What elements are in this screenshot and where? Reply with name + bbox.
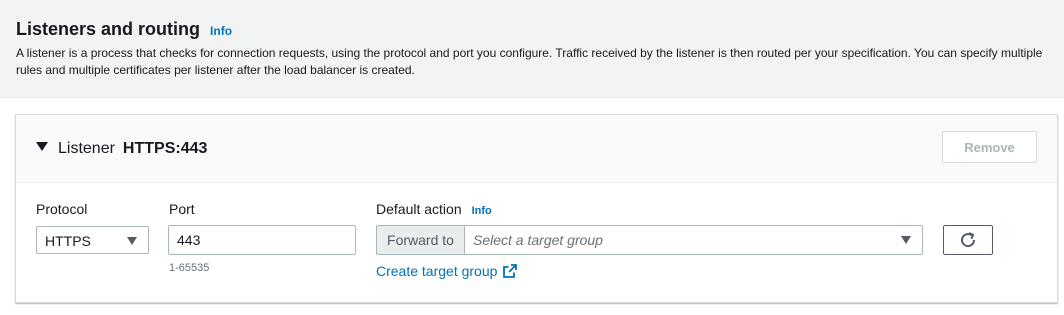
target-group-placeholder: Select a target group <box>473 232 603 248</box>
protocol-value: HTTPS <box>45 233 91 249</box>
chevron-down-icon <box>901 236 911 244</box>
info-link[interactable]: Info <box>210 24 232 38</box>
refresh-button[interactable] <box>943 225 993 255</box>
protocol-select[interactable]: HTTPS <box>36 226 149 254</box>
port-input[interactable] <box>168 225 356 255</box>
listener-card: Listener HTTPS:443 Remove Protocol HTTPS … <box>15 114 1058 303</box>
port-label: Port <box>169 201 195 217</box>
listener-label: Listener <box>58 140 115 157</box>
expand-caret-icon[interactable] <box>36 142 48 151</box>
port-hint: 1-65535 <box>169 262 210 274</box>
refresh-icon <box>961 232 976 248</box>
forward-to-addon: Forward to <box>376 225 464 255</box>
listener-title: Listener HTTPS:443 <box>58 140 207 158</box>
default-action-label-row: Default action Info <box>376 201 492 217</box>
create-target-group-link[interactable]: Create target group <box>376 263 518 279</box>
create-target-group-label: Create target group <box>376 263 498 279</box>
default-action-info-link[interactable]: Info <box>472 205 492 217</box>
listener-card-header: Listener HTTPS:443 Remove <box>16 115 1057 183</box>
page-title: Listeners and routing <box>16 19 201 39</box>
section-description: A listener is a process that checks for … <box>16 46 1043 77</box>
external-link-icon <box>503 264 518 278</box>
listener-value: HTTPS:443 <box>122 140 208 157</box>
section-header: Listeners and routing Info A listener is… <box>0 0 1064 98</box>
protocol-label: Protocol <box>36 201 88 217</box>
remove-button[interactable]: Remove <box>942 131 1037 163</box>
chevron-down-icon <box>127 237 137 245</box>
title-row: Listeners and routing Info <box>16 19 232 40</box>
target-group-select[interactable]: Select a target group <box>464 225 923 255</box>
default-action-label: Default action <box>376 201 462 217</box>
